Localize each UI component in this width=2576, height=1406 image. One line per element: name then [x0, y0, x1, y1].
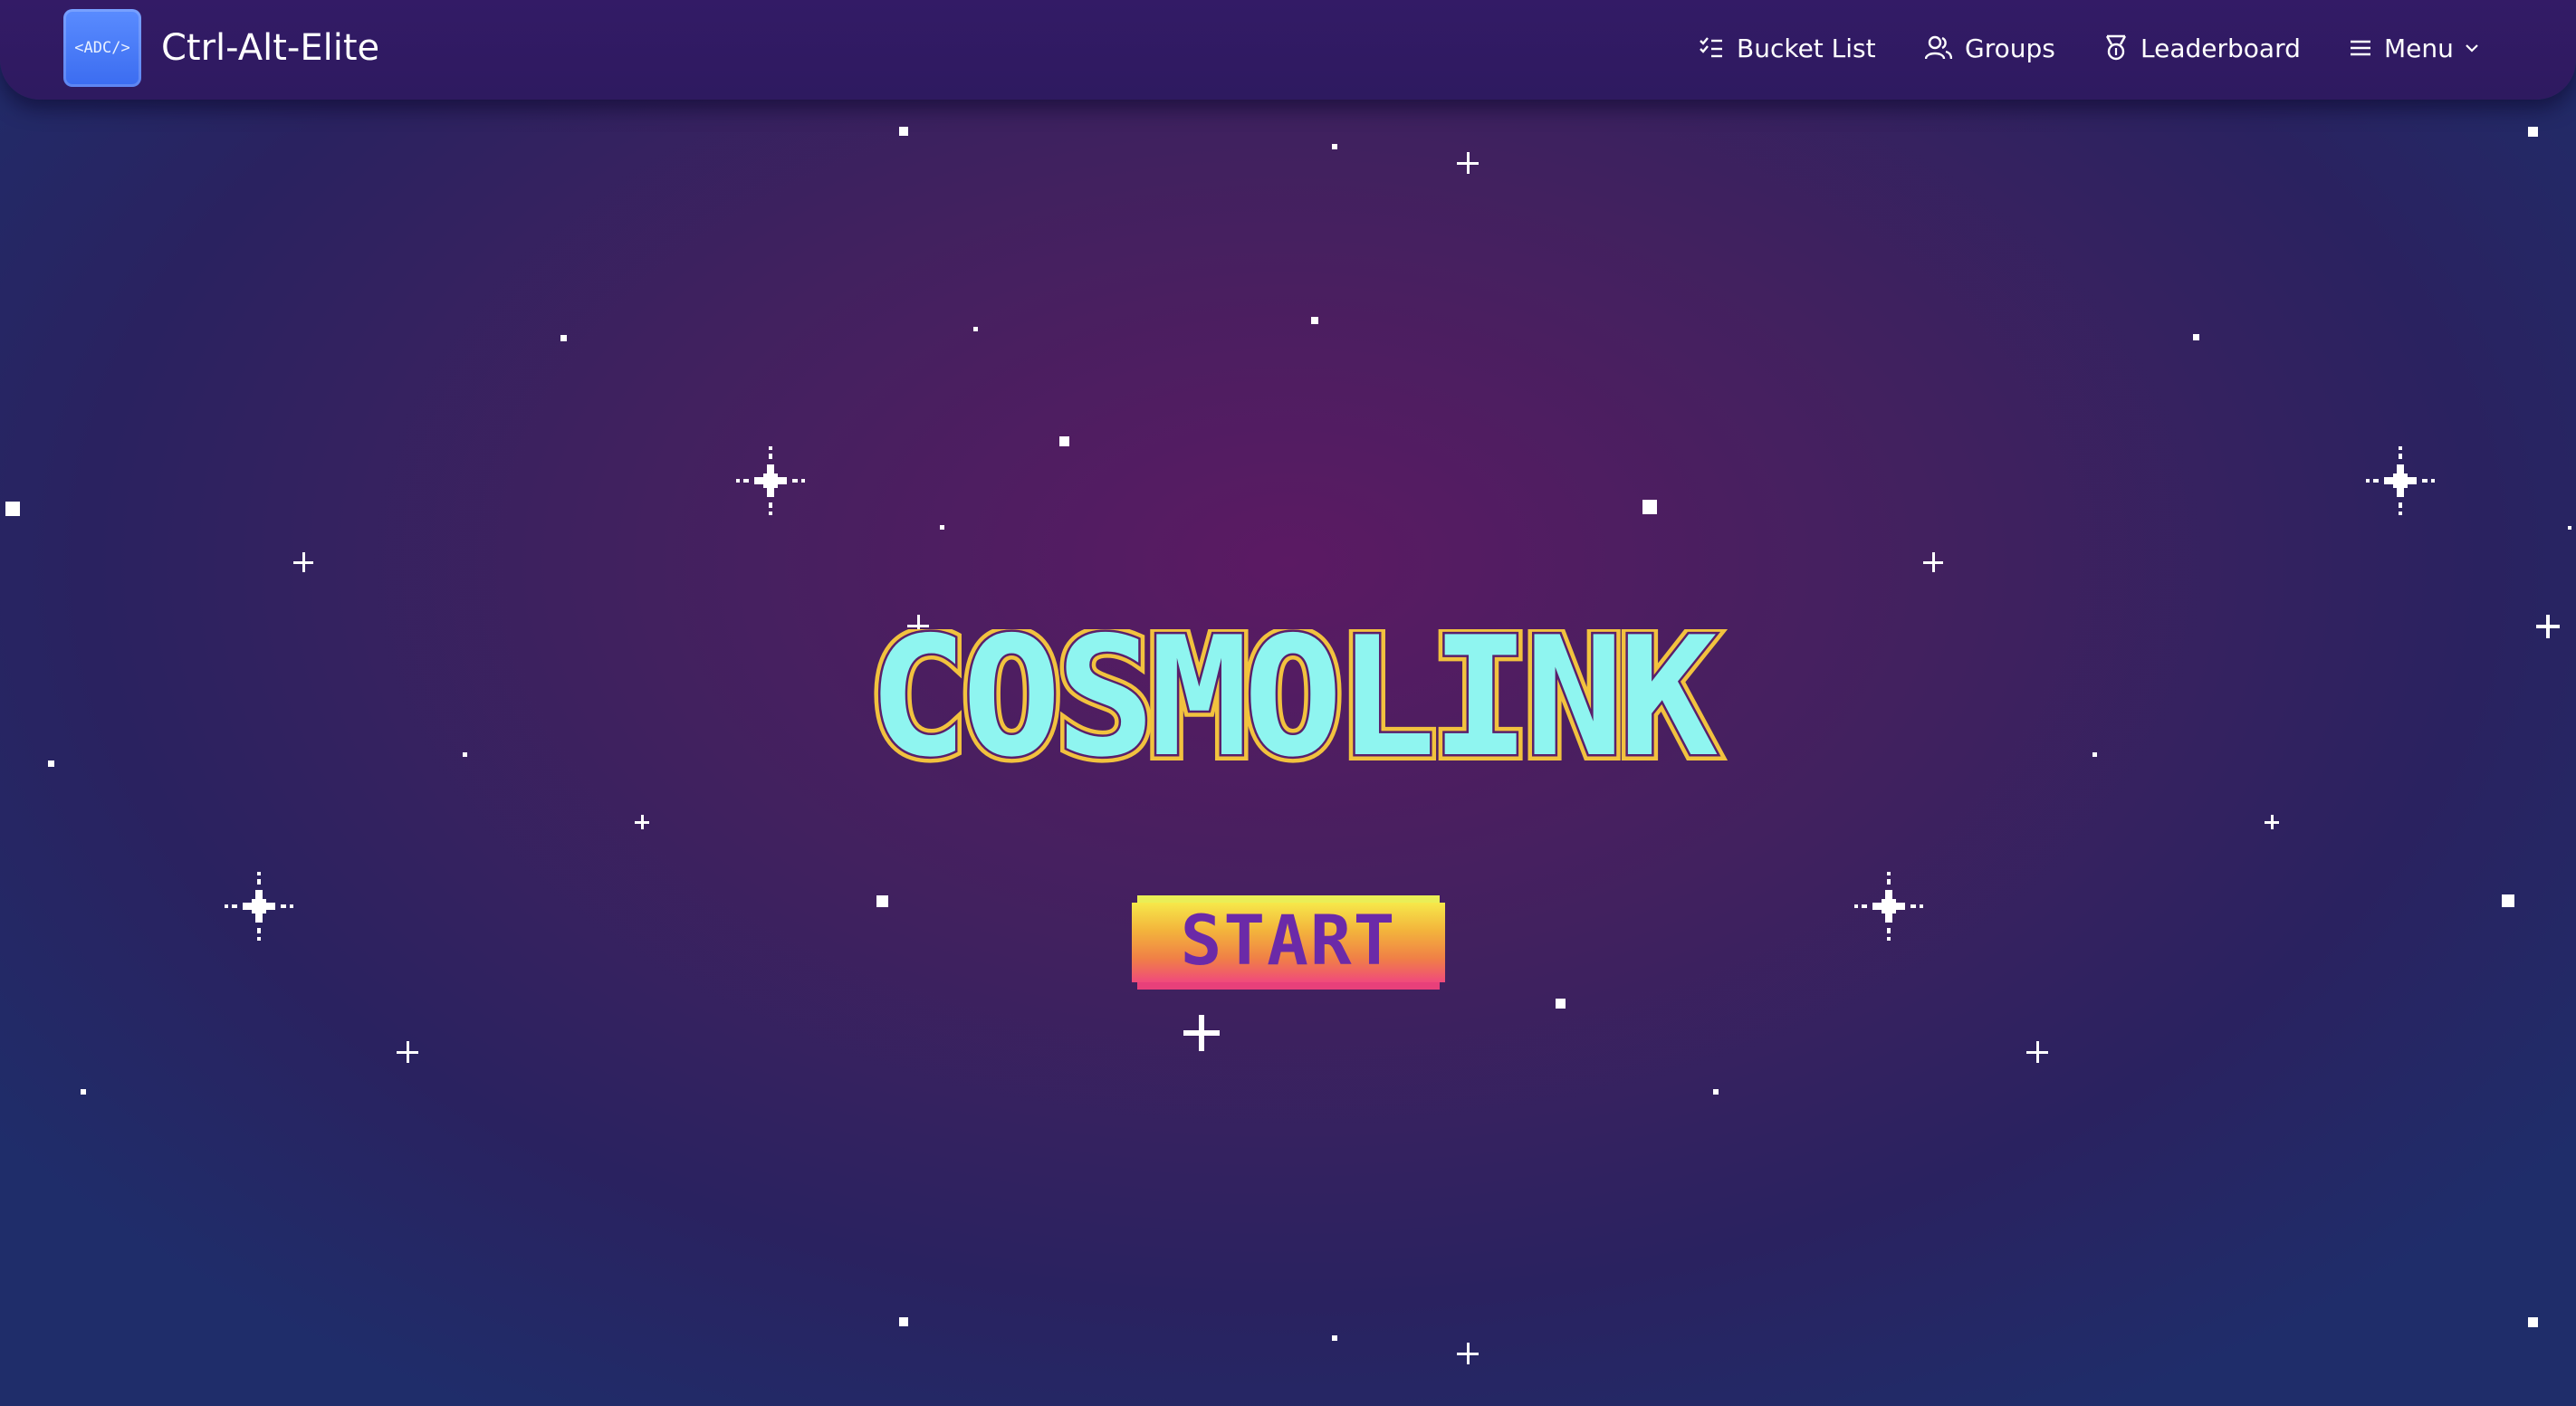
star-dot — [1642, 500, 1657, 514]
nav-bucket-list[interactable]: Bucket List — [1699, 27, 1876, 69]
game-title-logo: COSMOLINK COSMOLINK — [862, 629, 1729, 783]
start-button[interactable]: START — [1132, 892, 1445, 993]
start-button-label: START — [1181, 900, 1397, 980]
nav-groups-label: Groups — [1965, 33, 2055, 63]
nav-menu-label: Menu — [2384, 33, 2454, 63]
hamburger-icon — [2351, 40, 2370, 56]
star-plus — [635, 815, 649, 829]
star-plus — [1183, 1015, 1220, 1051]
star-dot — [47, 760, 54, 767]
star-plus — [2026, 1041, 2048, 1063]
star-dot — [2568, 526, 2571, 530]
nav-leaderboard-label: Leaderboard — [2140, 33, 2301, 63]
star-plus — [397, 1041, 418, 1063]
star-plus — [1457, 1343, 1479, 1364]
nav-groups[interactable]: Groups — [1925, 27, 2055, 69]
nav-bucket-list-label: Bucket List — [1737, 33, 1876, 63]
sparkle-star — [2366, 446, 2435, 515]
brand-name[interactable]: Ctrl-Alt-Elite — [161, 25, 379, 71]
star-dot — [1058, 435, 1069, 446]
medal-icon — [2105, 34, 2127, 61]
star-dot — [2527, 1316, 2538, 1327]
star-dot — [899, 127, 908, 136]
star-dot — [2092, 751, 2097, 757]
star-dot — [899, 1317, 908, 1326]
star-dot — [81, 1089, 86, 1095]
top-navbar: <ADC/> Ctrl-Alt-Elite Bucket List Groups… — [0, 0, 2576, 100]
star-plus — [2536, 615, 2560, 638]
star-dot — [876, 894, 888, 907]
star-plus — [1457, 152, 1479, 174]
star-dot — [1311, 317, 1318, 324]
star-plus — [293, 552, 313, 572]
star-plus — [1923, 552, 1943, 572]
star-dot — [560, 334, 567, 341]
star-dot — [1555, 998, 1566, 1009]
users-icon — [1925, 35, 1952, 60]
logo[interactable]: <ADC/> — [63, 9, 141, 87]
nav-menu[interactable]: Menu — [2350, 27, 2479, 69]
star-dot — [5, 502, 20, 516]
sparkle-star — [736, 446, 805, 515]
star-dot — [2527, 126, 2538, 137]
star-dot — [939, 524, 944, 530]
star-dot — [1332, 144, 1337, 149]
game-title-inner: COSMOLINK — [868, 629, 1718, 783]
star-dot — [972, 326, 978, 331]
star-dot — [1713, 1089, 1719, 1095]
star-dot — [2192, 333, 2199, 340]
star-dot — [1332, 1335, 1337, 1341]
sparkle-star — [1854, 872, 1923, 941]
checklist-icon — [1700, 37, 1722, 58]
star-dot — [462, 751, 467, 757]
star-dot — [2502, 894, 2514, 907]
sparkle-star — [225, 872, 293, 941]
star-plus — [2265, 815, 2279, 829]
nav-leaderboard[interactable]: Leaderboard — [2104, 27, 2301, 69]
chevron-down-icon — [2466, 44, 2478, 53]
